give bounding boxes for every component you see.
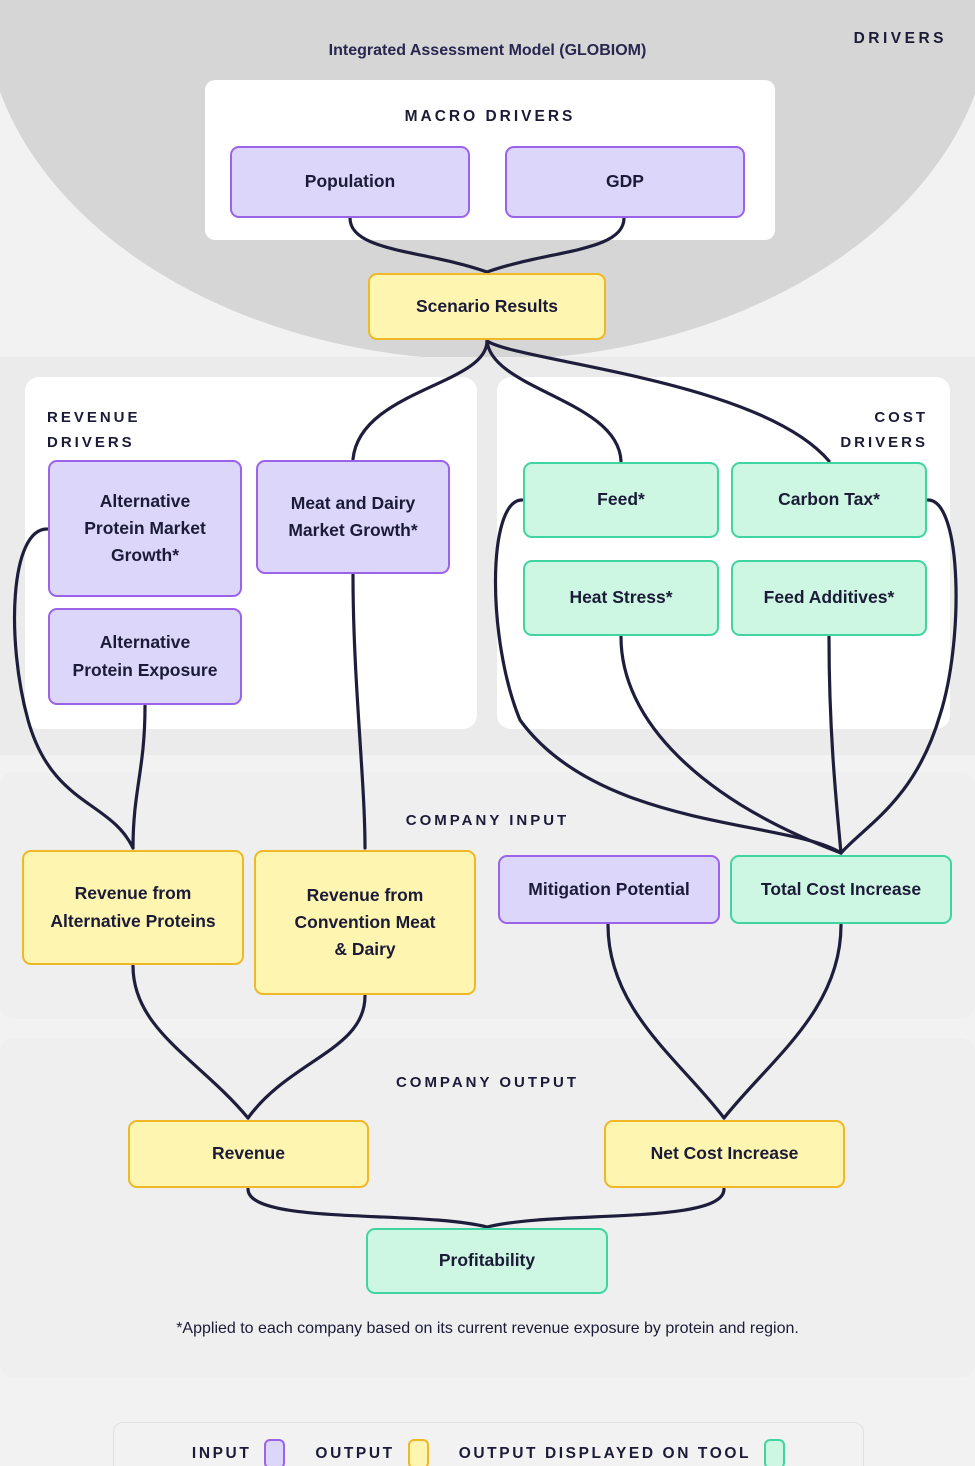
macro-drivers-label: MACRO DRIVERS bbox=[404, 108, 576, 125]
node-alternative-protein-market-growth-label: Alternative Protein Market Growth* bbox=[84, 488, 206, 569]
node-meat-and-dairy-market-growth-label: Meat and Dairy Market Growth* bbox=[288, 490, 417, 544]
node-scenario-results-label: Scenario Results bbox=[416, 295, 558, 316]
line-3: & Dairy bbox=[334, 939, 396, 960]
legend-swatch-input-icon bbox=[264, 1439, 286, 1466]
node-alternative-protein-exposure-label: Alternative Protein Exposure bbox=[73, 629, 218, 683]
legend-item-output: OUTPUT bbox=[315, 1439, 429, 1466]
revenue-drivers-label-line2: DRIVERS bbox=[47, 434, 135, 451]
footnote: *Applied to each company based on its cu… bbox=[176, 1320, 799, 1337]
company-output-label: COMPANY OUTPUT bbox=[395, 1074, 580, 1091]
node-population-label: Population bbox=[304, 171, 396, 192]
node-alternative-protein-exposure[interactable]: Alternative Protein Exposure bbox=[48, 608, 242, 705]
line-3: Growth* bbox=[110, 545, 180, 566]
node-net-cost-increase-label: Net Cost Increase bbox=[650, 1143, 799, 1164]
node-mitigation-potential-label: Mitigation Potential bbox=[528, 878, 690, 899]
node-alternative-protein-market-growth[interactable]: Alternative Protein Market Growth* bbox=[48, 460, 242, 597]
node-net-cost-increase[interactable]: Net Cost Increase bbox=[604, 1120, 845, 1188]
diagram-title: Integrated Assessment Model (GLOBIOM) bbox=[328, 42, 647, 59]
legend-item-tool-output: OUTPUT DISPLAYED ON TOOL bbox=[458, 1439, 786, 1466]
line-1: Alternative bbox=[99, 490, 191, 511]
revenue-drivers-label: REVENUE DRIVERS bbox=[47, 405, 237, 455]
node-revenue-from-convention-meat-and-dairy[interactable]: Revenue from Convention Meat & Dairy bbox=[254, 850, 476, 995]
node-scenario-results[interactable]: Scenario Results bbox=[368, 273, 606, 340]
node-profitability-label: Profitability bbox=[438, 1250, 536, 1271]
line-1: Meat and Dairy bbox=[290, 492, 416, 513]
node-revenue[interactable]: Revenue bbox=[128, 1120, 369, 1188]
line-1: Alternative bbox=[99, 632, 191, 653]
node-feed[interactable]: Feed* bbox=[523, 462, 719, 538]
node-mitigation-potential[interactable]: Mitigation Potential bbox=[498, 855, 720, 924]
revenue-drivers-label-line1: REVENUE bbox=[47, 409, 141, 426]
node-feed-additives[interactable]: Feed Additives* bbox=[731, 560, 927, 636]
line-2: Alternative Proteins bbox=[50, 910, 216, 931]
legend-item-tool-output-label: OUTPUT DISPLAYED ON TOOL bbox=[458, 1445, 752, 1462]
node-total-cost-increase-label: Total Cost Increase bbox=[760, 878, 922, 899]
node-revenue-from-convention-meat-and-dairy-label: Revenue from Convention Meat & Dairy bbox=[295, 882, 436, 963]
node-gdp-label: GDP bbox=[606, 171, 644, 192]
node-total-cost-increase[interactable]: Total Cost Increase bbox=[730, 855, 952, 924]
node-gdp[interactable]: GDP bbox=[505, 146, 745, 218]
line-2: Market Growth* bbox=[288, 520, 418, 540]
line-2: Protein Exposure bbox=[72, 659, 218, 680]
legend-item-input-label: INPUT bbox=[191, 1445, 252, 1462]
legend: INPUT OUTPUT OUTPUT DISPLAYED ON TOOL bbox=[113, 1422, 864, 1466]
legend-item-output-label: OUTPUT bbox=[315, 1445, 395, 1462]
legend-swatch-output-icon bbox=[407, 1439, 429, 1466]
node-revenue-from-alternative-proteins-label: Revenue from Alternative Proteins bbox=[50, 880, 215, 934]
node-meat-and-dairy-market-growth[interactable]: Meat and Dairy Market Growth* bbox=[256, 460, 450, 574]
cost-drivers-label-line2: DRIVERS bbox=[840, 434, 928, 451]
line-2: Protein Market bbox=[84, 517, 206, 538]
diagram-canvas: DRIVERS Integrated Assessment Model (GLO… bbox=[0, 0, 975, 1466]
legend-swatch-tool-output-icon bbox=[764, 1439, 786, 1466]
node-heat-stress-label: Heat Stress* bbox=[569, 587, 673, 608]
node-carbon-tax[interactable]: Carbon Tax* bbox=[731, 462, 927, 538]
node-profitability[interactable]: Profitability bbox=[366, 1228, 608, 1294]
line-1: Revenue from bbox=[306, 884, 424, 905]
cost-drivers-label: COST DRIVERS bbox=[738, 405, 928, 455]
node-heat-stress[interactable]: Heat Stress* bbox=[523, 560, 719, 636]
node-revenue-from-alternative-proteins[interactable]: Revenue from Alternative Proteins bbox=[22, 850, 244, 965]
company-input-label: COMPANY INPUT bbox=[405, 812, 570, 829]
legend-item-input: INPUT bbox=[192, 1439, 286, 1466]
node-population[interactable]: Population bbox=[230, 146, 470, 218]
node-feed-label: Feed* bbox=[597, 489, 645, 510]
cost-drivers-label-line1: COST bbox=[874, 409, 928, 426]
line-2: Convention Meat bbox=[294, 911, 436, 932]
node-carbon-tax-label: Carbon Tax* bbox=[778, 489, 880, 510]
node-feed-additives-label: Feed Additives* bbox=[763, 587, 895, 608]
node-revenue-label: Revenue bbox=[212, 1143, 285, 1164]
line-1: Revenue from bbox=[74, 883, 192, 904]
